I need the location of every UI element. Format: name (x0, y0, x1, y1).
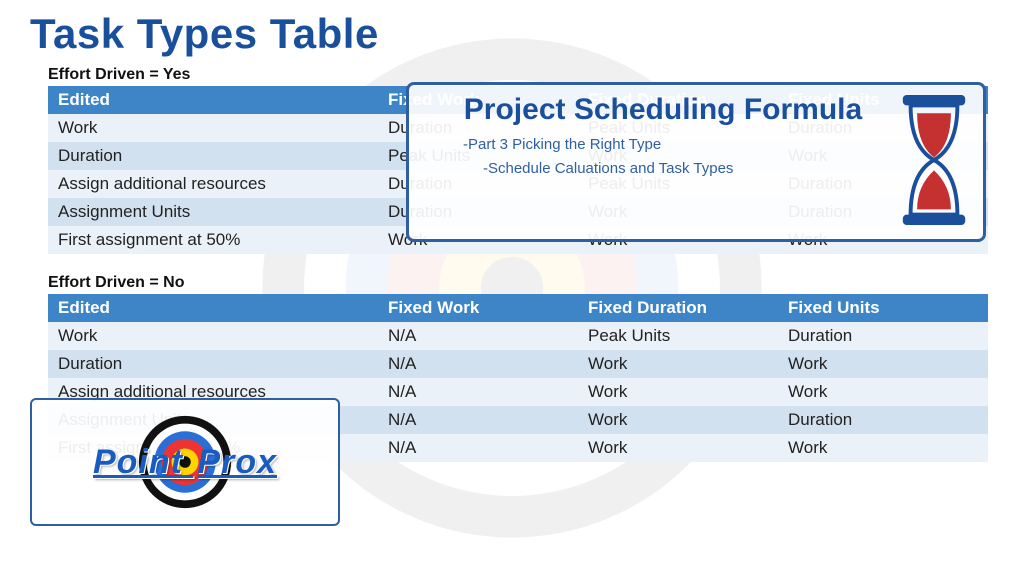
cell: N/A (378, 322, 578, 350)
cell: Work (578, 378, 778, 406)
cell: N/A (378, 434, 578, 462)
table-row: Duration N/A Work Work (48, 350, 988, 378)
card-title: Project Scheduling Formula (433, 93, 893, 127)
logo-word-1: Point (93, 443, 183, 481)
cell: Work (48, 114, 378, 142)
overlay-card: Project Scheduling Formula -Part 3 Picki… (406, 82, 986, 242)
logo-word-2: Prox (197, 443, 277, 481)
cell: N/A (378, 378, 578, 406)
card-line-1: -Part 3 Picking the Right Type (463, 133, 893, 157)
cell: Assign additional resources (48, 170, 378, 198)
cell: Duration (48, 350, 378, 378)
col-header: Edited (48, 294, 378, 322)
cell: First assignment at 50% (48, 226, 378, 254)
col-header: Fixed Work (378, 294, 578, 322)
col-header: Edited (48, 86, 378, 114)
cell: Peak Units (578, 322, 778, 350)
cell: Assignment Units (48, 198, 378, 226)
col-header: Fixed Units (778, 294, 988, 322)
page-title: Task Types Table (30, 10, 994, 58)
table-header-row: Edited Fixed Work Fixed Duration Fixed U… (48, 294, 988, 322)
cell: Work (578, 406, 778, 434)
cell: Work (778, 378, 988, 406)
col-header: Fixed Duration (578, 294, 778, 322)
cell: Work (578, 350, 778, 378)
cell: Work (578, 434, 778, 462)
cell: N/A (378, 406, 578, 434)
card-line-2: -Schedule Caluations and Task Types (483, 157, 893, 181)
table-row: Work N/A Peak Units Duration (48, 322, 988, 350)
pointprox-logo: Point Prox (30, 398, 340, 526)
cell: N/A (378, 350, 578, 378)
cell: Duration (48, 142, 378, 170)
logo-text: Point Prox (93, 443, 277, 482)
card-subtitle-block: -Part 3 Picking the Right Type -Schedule… (433, 133, 893, 181)
cell: Duration (778, 406, 988, 434)
cell: Work (778, 434, 988, 462)
table-no-caption: Effort Driven = No (48, 274, 994, 292)
hourglass-icon (895, 95, 973, 225)
cell: Work (778, 350, 988, 378)
cell: Work (48, 322, 378, 350)
cell: Duration (778, 322, 988, 350)
